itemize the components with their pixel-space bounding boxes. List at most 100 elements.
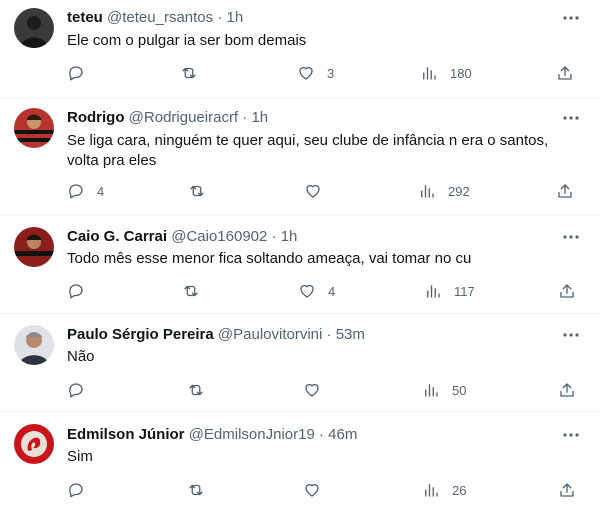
tweet[interactable]: Edmilson Júnior @EdmilsonJnior19 · 46m S…	[0, 411, 600, 512]
tweet-text-line: volta pra eles	[67, 152, 157, 169]
reply-button[interactable]	[67, 480, 97, 500]
avatar[interactable]	[14, 227, 54, 267]
heart-icon	[305, 483, 319, 497]
more-options-button[interactable]	[560, 325, 582, 345]
views-button[interactable]: 26	[422, 480, 466, 500]
avatar[interactable]	[14, 325, 54, 365]
tweet-text: Se liga cara, ninguém te quer aqui, seu …	[67, 131, 577, 171]
reply-count: 4	[97, 183, 105, 199]
retweet-button[interactable]	[187, 380, 205, 400]
tweet-text: Não	[67, 347, 577, 367]
avatar[interactable]	[14, 8, 54, 48]
more-options-button[interactable]	[560, 227, 582, 247]
bar-chart-icon	[425, 384, 438, 397]
more-options-button[interactable]	[560, 108, 582, 128]
avatar[interactable]	[14, 108, 54, 148]
separator: ·	[318, 426, 324, 443]
share-button[interactable]	[556, 63, 574, 83]
more-dots-icon	[563, 116, 579, 120]
heart-icon	[299, 66, 313, 80]
view-count: 117	[454, 283, 475, 299]
author-handle[interactable]: @teteu_rsantos	[107, 9, 213, 26]
heart-icon	[306, 184, 320, 198]
bar-chart-icon	[425, 484, 438, 497]
heart-icon	[300, 284, 314, 298]
like-button[interactable]: 4	[298, 281, 335, 301]
views-button[interactable]: 292	[418, 181, 470, 201]
views-button[interactable]: 180	[420, 63, 472, 83]
like-button[interactable]	[303, 380, 333, 400]
tweet-text-line: Se liga cara, ninguém te quer aqui, seu …	[67, 132, 549, 149]
like-button[interactable]: 3	[297, 63, 334, 83]
author-handle[interactable]: @EdmilsonJnior19	[189, 426, 315, 443]
tweet[interactable]: Rodrigo @Rodrigueiracrf · 1h Se liga car…	[0, 98, 600, 216]
more-options-button[interactable]	[560, 8, 582, 28]
retweet-button[interactable]	[188, 181, 206, 201]
author-handle[interactable]: @Rodrigueiracrf	[129, 109, 238, 126]
tweet-text-line: Não	[67, 348, 95, 365]
retweet-icon	[184, 285, 198, 297]
more-dots-icon	[563, 16, 579, 20]
like-button[interactable]	[303, 480, 333, 500]
timestamp[interactable]: 46m	[328, 426, 357, 443]
author-handle[interactable]: @Paulovitorvini	[218, 326, 322, 343]
bar-chart-icon	[423, 67, 436, 80]
retweet-button[interactable]	[180, 63, 198, 83]
retweet-button[interactable]	[182, 281, 200, 301]
more-dots-icon	[563, 235, 579, 239]
timestamp[interactable]: 53m	[336, 326, 365, 343]
author-name[interactable]: Paulo Sérgio Pereira	[67, 326, 214, 343]
views-button[interactable]: 50	[422, 380, 466, 400]
reply-button[interactable]	[67, 281, 97, 301]
author-name[interactable]: Rodrigo	[67, 109, 125, 126]
share-button[interactable]	[556, 181, 574, 201]
tweet[interactable]: Caio G. Carrai @Caio160902 · 1h Todo mês…	[0, 215, 600, 314]
timestamp[interactable]: 1h	[281, 228, 298, 245]
share-button[interactable]	[558, 281, 576, 301]
tweet[interactable]: Paulo Sérgio Pereira @Paulovitorvini · 5…	[0, 313, 600, 412]
reply-icon	[69, 66, 83, 81]
view-count: 292	[448, 183, 470, 199]
more-dots-icon	[563, 333, 579, 337]
share-icon	[560, 284, 574, 298]
like-count: 3	[327, 65, 335, 81]
views-button[interactable]: 117	[424, 281, 475, 301]
like-button[interactable]	[304, 181, 334, 201]
tweet-text-line: Sim	[67, 448, 93, 465]
share-button[interactable]	[558, 380, 576, 400]
tweet-text: Sim	[67, 447, 577, 467]
reply-button[interactable]: 4	[67, 181, 104, 201]
timestamp[interactable]: 1h	[226, 9, 243, 26]
author-name[interactable]: Caio G. Carrai	[67, 228, 167, 245]
separator: ·	[217, 9, 223, 26]
reply-button[interactable]	[67, 63, 97, 83]
avatar[interactable]	[14, 424, 54, 464]
retweet-icon	[189, 484, 203, 496]
tweet-text-line: Todo mês esse menor fica soltando ameaça…	[67, 250, 472, 267]
retweet-icon	[182, 67, 196, 79]
bar-chart-icon	[427, 285, 440, 298]
author-handle[interactable]: @Caio160902	[171, 228, 267, 245]
separator: ·	[271, 228, 277, 245]
reply-button[interactable]	[67, 380, 97, 400]
retweet-icon	[190, 185, 204, 197]
share-icon	[560, 383, 574, 397]
share-icon	[560, 483, 574, 497]
author-name[interactable]: Edmilson Júnior	[67, 426, 185, 443]
tweet[interactable]: teteu @teteu_rsantos · 1h Ele com o pulg…	[0, 0, 600, 99]
reply-icon	[69, 284, 83, 299]
tweet-text: Ele com o pulgar ia ser bom demais	[67, 31, 577, 51]
retweet-button[interactable]	[187, 480, 205, 500]
tweet-text-line: Ele com o pulgar ia ser bom demais	[67, 32, 307, 49]
timestamp[interactable]: 1h	[251, 109, 268, 126]
author-name[interactable]: teteu	[67, 9, 103, 26]
share-icon	[558, 184, 572, 198]
share-button[interactable]	[558, 480, 576, 500]
reply-icon	[69, 483, 83, 498]
separator: ·	[326, 326, 332, 343]
more-options-button[interactable]	[560, 425, 582, 445]
reply-icon	[69, 184, 83, 199]
view-count: 50	[452, 382, 467, 398]
more-dots-icon	[563, 433, 579, 437]
view-count: 180	[450, 65, 472, 81]
